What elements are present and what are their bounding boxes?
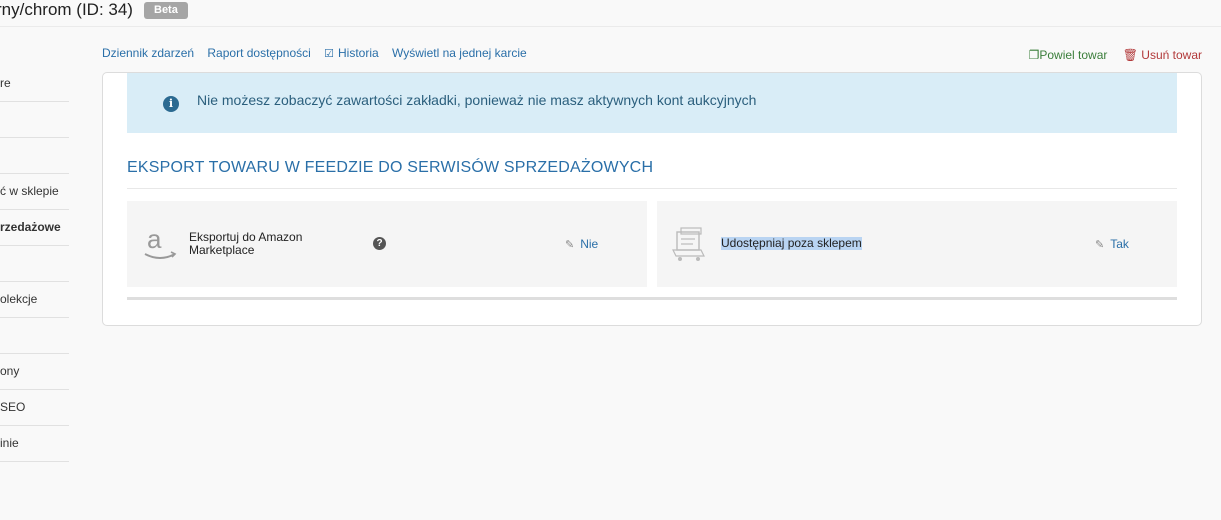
store-cart-icon [672, 227, 705, 261]
top-bar: rny/chrom (ID: 34) Beta [0, 0, 1221, 27]
sidebar-item[interactable]: SEO [0, 390, 69, 426]
copy-icon: ❐ [1028, 48, 1040, 62]
historia-label: Historia [338, 46, 379, 60]
question-icon[interactable]: ? [373, 237, 386, 250]
trash-icon: 🗑︎ [1122, 48, 1138, 62]
sidebar-item[interactable] [0, 102, 69, 138]
sidebar-item[interactable] [0, 138, 69, 174]
divider [127, 188, 1177, 189]
share-value-text: Tak [1110, 237, 1129, 251]
edit-square-icon: ☑ [324, 48, 335, 60]
sidebar-item[interactable]: re [0, 66, 69, 102]
sidebar-item-active[interactable]: rzedażowe [0, 210, 69, 246]
copy-label: Powiel towar [1039, 48, 1108, 62]
sidebar: re ć w sklepie rzedażowe olekcje ony SEO… [0, 66, 69, 462]
amazon-export-label: Eksportuj do Amazon Marketplace [189, 231, 302, 257]
copy-product-button[interactable]: ❐Powiel towar [1029, 48, 1108, 62]
sidebar-item[interactable] [0, 318, 69, 354]
svg-text:a: a [147, 226, 162, 254]
historia-link[interactable]: ☑ Historia [324, 46, 379, 60]
sidebar-item[interactable]: ć w sklepie [0, 174, 69, 210]
pencil-icon: ✎ [1095, 239, 1105, 251]
content-panel: i Nie możesz zobaczyć zawartości zakładk… [102, 72, 1202, 326]
share-outside-value[interactable]: ✎ Tak [1095, 237, 1129, 251]
page-title: rny/chrom (ID: 34) [0, 0, 133, 19]
dziennik-link[interactable]: Dziennik zdarzeń [102, 46, 194, 60]
sidebar-item[interactable]: inie [0, 426, 69, 462]
single-card-link[interactable]: Wyświetl na jednej karcie [392, 46, 527, 60]
delete-product-button[interactable]: 🗑︎ Usuń towar [1123, 48, 1202, 62]
raport-link[interactable]: Raport dostępności [207, 46, 310, 60]
amazon-export-value[interactable]: ✎ Nie [565, 237, 598, 251]
share-outside-label: Udostępniaj poza sklepem [721, 236, 862, 250]
sidebar-item[interactable]: ony [0, 354, 69, 390]
sidebar-item[interactable] [0, 246, 69, 282]
action-links: ❐Powiel towar 🗑︎ Usuń towar [1029, 48, 1202, 62]
amazon-label-line2: Marketplace [189, 243, 255, 257]
info-alert: i Nie możesz zobaczyć zawartości zakładk… [127, 73, 1177, 133]
amazon-export-card: a Eksportuj do Amazon Marketplace ? ✎ Nie [127, 201, 647, 287]
pencil-icon: ✎ [565, 239, 575, 251]
alert-message: Nie możesz zobaczyć zawartości zakładki,… [197, 92, 757, 108]
bottom-divider [127, 297, 1177, 300]
amazon-logo-icon: a [144, 226, 177, 259]
beta-badge: Beta [144, 2, 188, 19]
share-outside-card: Udostępniaj poza sklepem ✎ Tak [657, 201, 1177, 287]
amazon-value-text: Nie [580, 237, 599, 251]
delete-label: Usuń towar [1141, 48, 1202, 62]
top-links: Dziennik zdarzeń Raport dostępności ☑ His… [102, 46, 537, 60]
section-title: EKSPORT TOWARU W FEEDZIE DO SERWISÓW SPR… [127, 159, 654, 176]
info-icon: i [163, 96, 179, 112]
sidebar-item[interactable]: olekcje [0, 282, 69, 318]
